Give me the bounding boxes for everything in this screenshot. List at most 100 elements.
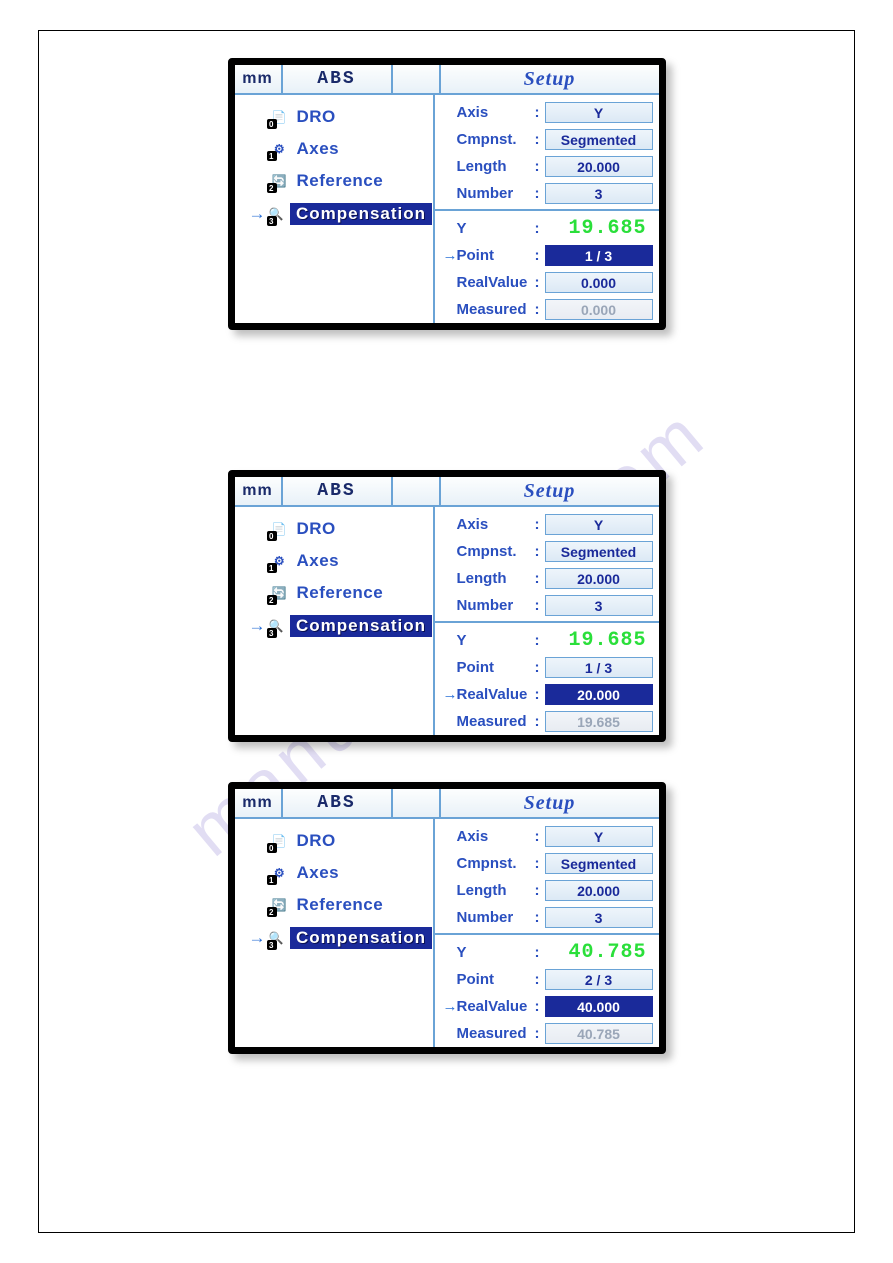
value-cmpnst[interactable]: Segmented: [545, 129, 653, 150]
tab-mm[interactable]: mm: [235, 65, 283, 93]
value-realvalue[interactable]: 0.000: [545, 272, 653, 293]
selection-arrow-icon: →: [249, 616, 263, 636]
label-axis: Axis: [457, 104, 535, 121]
sidebar: 📄0 DRO ⚙1 Axes 🔄2 Reference →: [235, 95, 435, 323]
value-measured: 40.785: [545, 1023, 653, 1044]
tab-setup[interactable]: Setup: [441, 477, 659, 505]
sidebar-item-label: Reference: [297, 171, 384, 191]
value-point[interactable]: 2 / 3: [545, 969, 653, 990]
tab-mm[interactable]: mm: [235, 477, 283, 505]
sidebar-item-label: DRO: [297, 519, 336, 539]
sidebar-item-label: Compensation: [290, 927, 432, 949]
label-length: Length: [457, 158, 535, 175]
label-y: Y: [457, 632, 535, 649]
label-number: Number: [457, 909, 535, 926]
dro-panel-2: mm ABS Setup 📄0DRO ⚙1Axes 🔄2Reference →🔍…: [228, 782, 666, 1054]
tab-abs[interactable]: ABS: [283, 65, 393, 93]
sidebar-item-compensation[interactable]: →🔍3Compensation: [239, 921, 429, 955]
compensation-icon: 🔍3: [269, 204, 284, 224]
value-measured: 0.000: [545, 299, 653, 320]
readout-y: 19.685: [545, 629, 653, 652]
compensation-icon: 🔍3: [269, 616, 284, 636]
readout-y: 40.785: [545, 941, 653, 964]
sidebar-item-dro[interactable]: 📄0 DRO: [239, 825, 429, 857]
value-realvalue[interactable]: 40.000: [545, 996, 653, 1017]
sidebar-item-compensation[interactable]: → 🔍3 Compensation: [239, 197, 429, 231]
label-axis: Axis: [457, 828, 535, 845]
sidebar-item-label: DRO: [297, 107, 336, 127]
label-measured: Measured: [457, 713, 535, 730]
compensation-icon: 🔍3: [269, 928, 284, 948]
dro-panel-0: mm ABS Setup 📄0 DRO ⚙1 Axes: [228, 58, 666, 330]
topbar: mm ABS Setup: [235, 477, 659, 507]
sidebar-item-label: Axes: [297, 551, 340, 571]
tab-blank[interactable]: [393, 789, 441, 817]
tab-setup[interactable]: Setup: [441, 65, 659, 93]
sidebar-item-label: Axes: [297, 139, 340, 159]
value-measured: 19.685: [545, 711, 653, 732]
label-measured: Measured: [457, 1025, 535, 1042]
sidebar-item-label: Compensation: [290, 615, 432, 637]
tab-abs[interactable]: ABS: [283, 789, 393, 817]
value-axis[interactable]: Y: [545, 514, 653, 535]
value-length[interactable]: 20.000: [545, 156, 653, 177]
axes-icon: ⚙1: [269, 551, 291, 571]
sidebar-item-dro[interactable]: 📄0 DRO: [239, 513, 429, 545]
content-pane: →Axis:Y →Cmpnst.:Segmented →Length:20.00…: [435, 95, 659, 323]
sidebar-item-label: DRO: [297, 831, 336, 851]
dro-icon: 📄0: [269, 831, 291, 851]
active-arrow-icon: →: [443, 247, 457, 264]
dro-panel-1: mm ABS Setup 📄0 DRO ⚙1 Axes 🔄2Reference → 🔍…: [228, 470, 666, 742]
tab-blank[interactable]: [393, 477, 441, 505]
label-number: Number: [457, 185, 535, 202]
axes-icon: ⚙1: [269, 139, 291, 159]
label-number: Number: [457, 597, 535, 614]
label-axis: Axis: [457, 516, 535, 533]
value-number[interactable]: 3: [545, 183, 653, 204]
label-y: Y: [457, 944, 535, 961]
label-realvalue: RealValue: [457, 274, 535, 291]
label-cmpnst: Cmpnst.: [457, 855, 535, 872]
value-length[interactable]: 20.000: [545, 568, 653, 589]
label-length: Length: [457, 570, 535, 587]
value-point[interactable]: 1 / 3: [545, 657, 653, 678]
label-point: Point: [457, 247, 535, 264]
tab-blank[interactable]: [393, 65, 441, 93]
topbar: mm ABS Setup: [235, 65, 659, 95]
readout-y: 19.685: [545, 217, 653, 240]
content-pane: →Axis:Y →Cmpnst.:Segmented →Length:20.00…: [435, 819, 659, 1047]
dro-icon: 📄0: [269, 107, 291, 127]
value-axis[interactable]: Y: [545, 102, 653, 123]
axes-icon: ⚙1: [269, 863, 291, 883]
label-y: Y: [457, 220, 535, 237]
panel-stack: mm ABS Setup 📄0 DRO ⚙1 Axes: [0, 58, 893, 1054]
value-realvalue[interactable]: 20.000: [545, 684, 653, 705]
sidebar-item-reference[interactable]: 🔄2 Reference: [239, 165, 429, 197]
sidebar: 📄0DRO ⚙1Axes 🔄2Reference →🔍3Compensation: [235, 819, 435, 1047]
value-cmpnst[interactable]: Segmented: [545, 853, 653, 874]
dro-icon: 📄0: [269, 519, 291, 539]
sidebar-item-dro[interactable]: 📄0 DRO: [239, 101, 429, 133]
sidebar-item-compensation[interactable]: → 🔍3 Compensation: [239, 609, 429, 643]
sidebar-item-axes[interactable]: ⚙1Axes: [239, 857, 429, 889]
label-realvalue: RealValue: [457, 998, 535, 1015]
sidebar-item-label: Reference: [297, 895, 384, 915]
topbar: mm ABS Setup: [235, 789, 659, 819]
reference-icon: 🔄2: [269, 895, 291, 915]
value-number[interactable]: 3: [545, 595, 653, 616]
tab-abs[interactable]: ABS: [283, 477, 393, 505]
sidebar-item-reference[interactable]: 🔄2Reference: [239, 577, 429, 609]
active-arrow-icon: →: [443, 686, 457, 703]
sidebar-item-axes[interactable]: ⚙1 Axes: [239, 133, 429, 165]
content-pane: →Axis:Y →Cmpnst.:Segmented →Length:20.00…: [435, 507, 659, 735]
sidebar-item-reference[interactable]: 🔄2 Reference: [239, 889, 429, 921]
value-point[interactable]: 1 / 3: [545, 245, 653, 266]
tab-mm[interactable]: mm: [235, 789, 283, 817]
value-number[interactable]: 3: [545, 907, 653, 928]
tab-setup[interactable]: Setup: [441, 789, 659, 817]
label-cmpnst: Cmpnst.: [457, 131, 535, 148]
value-length[interactable]: 20.000: [545, 880, 653, 901]
value-cmpnst[interactable]: Segmented: [545, 541, 653, 562]
value-axis[interactable]: Y: [545, 826, 653, 847]
sidebar-item-axes[interactable]: ⚙1 Axes: [239, 545, 429, 577]
